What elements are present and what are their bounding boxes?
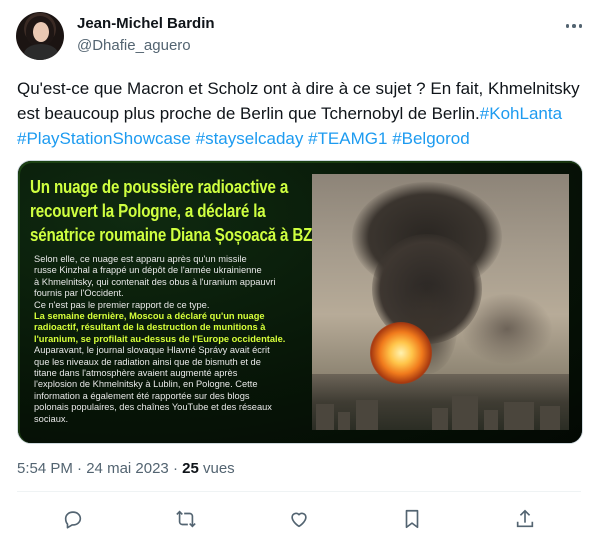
author-handle[interactable]: @Dhafie_aguero [77,37,191,54]
tweet-text: Qu'est-ce que Macron et Scholz ont à dir… [17,76,583,151]
more-icon[interactable] [562,14,586,38]
views-label: vues [202,460,235,477]
hashtag-link[interactable]: #stayselcaday [196,129,304,148]
headline-line: sénatrice roumaine Diana Șoșoacă à BZI. [30,224,321,245]
divider [17,491,581,492]
hashtag-link[interactable]: #Belgorod [392,129,470,148]
author-display-name[interactable]: Jean-Michel Bardin [77,15,215,32]
headline-line: Un nuage de poussière radioactive a [30,176,289,197]
body-line: à Khmelnitsky, qui contenait des obus à … [34,276,276,287]
highlight-line: l'uranium, se profilait au-dessus de l'E… [34,333,286,344]
action-bar [0,502,598,538]
body-line: information a également été rapportée su… [34,390,250,401]
bookmark-icon[interactable] [401,508,425,532]
body-line: l'explosion de Khmelnitsky à Lublin, en … [34,379,258,390]
meta-separator: · [172,460,178,477]
share-icon[interactable] [514,508,538,532]
highlight-line: La semaine dernière, Moscou a déclaré qu… [34,311,265,322]
body-line: polonais populaires, des chaînes YouTube… [34,402,272,413]
media-headline: Un nuage de poussière radioactive a reco… [30,175,321,247]
tweet-time[interactable]: 5:54 PM [17,460,73,477]
body-line: fournis par l'Occident. [34,288,124,299]
body-line: titane dans l'atmosphère avaient augment… [34,368,238,379]
body-line: Selon elle, ce nuage est apparu après qu… [34,254,247,264]
views-count: 25 [182,460,199,477]
meta-separator: · [77,460,83,477]
tweet: Jean-Michel Bardin @Dhafie_aguero Qu'est… [0,0,598,544]
like-icon[interactable] [288,508,312,532]
retweet-icon[interactable] [175,508,199,532]
media-image[interactable]: Un nuage de poussière radioactive a reco… [17,160,583,444]
headline-line: recouvert la Pologne, a déclaré la [30,200,266,221]
avatar[interactable] [16,12,64,60]
body-line: Ce n'est pas le premier rapport de ce ty… [34,299,210,310]
media-card: Un nuage de poussière radioactive a reco… [18,161,582,443]
media-body: Selon elle, ce nuage est apparu après qu… [34,254,324,425]
highlight-line: radioactif, résultant de la destruction … [34,322,266,333]
explosion-photo [312,174,569,430]
fireball [370,322,432,384]
hashtag-link[interactable]: #PlayStationShowcase [17,129,191,148]
body-line: sociaux. [34,413,69,424]
tweet-meta: 5:54 PM · 24 mai 2023 · 25 vues [17,460,235,477]
body-line: russe Kinzhal a frappé un dépôt de l'arm… [34,265,262,276]
body-line: que les niveaux de radiation ainsi que d… [34,356,261,367]
hashtag-link[interactable]: #KohLanta [480,104,562,123]
body-line: Auparavant, le journal slovaque Hlavné S… [34,345,270,356]
tweet-date[interactable]: 24 mai 2023 [86,460,169,477]
reply-icon[interactable] [62,508,86,532]
hashtag-link[interactable]: #TEAMG1 [308,129,387,148]
